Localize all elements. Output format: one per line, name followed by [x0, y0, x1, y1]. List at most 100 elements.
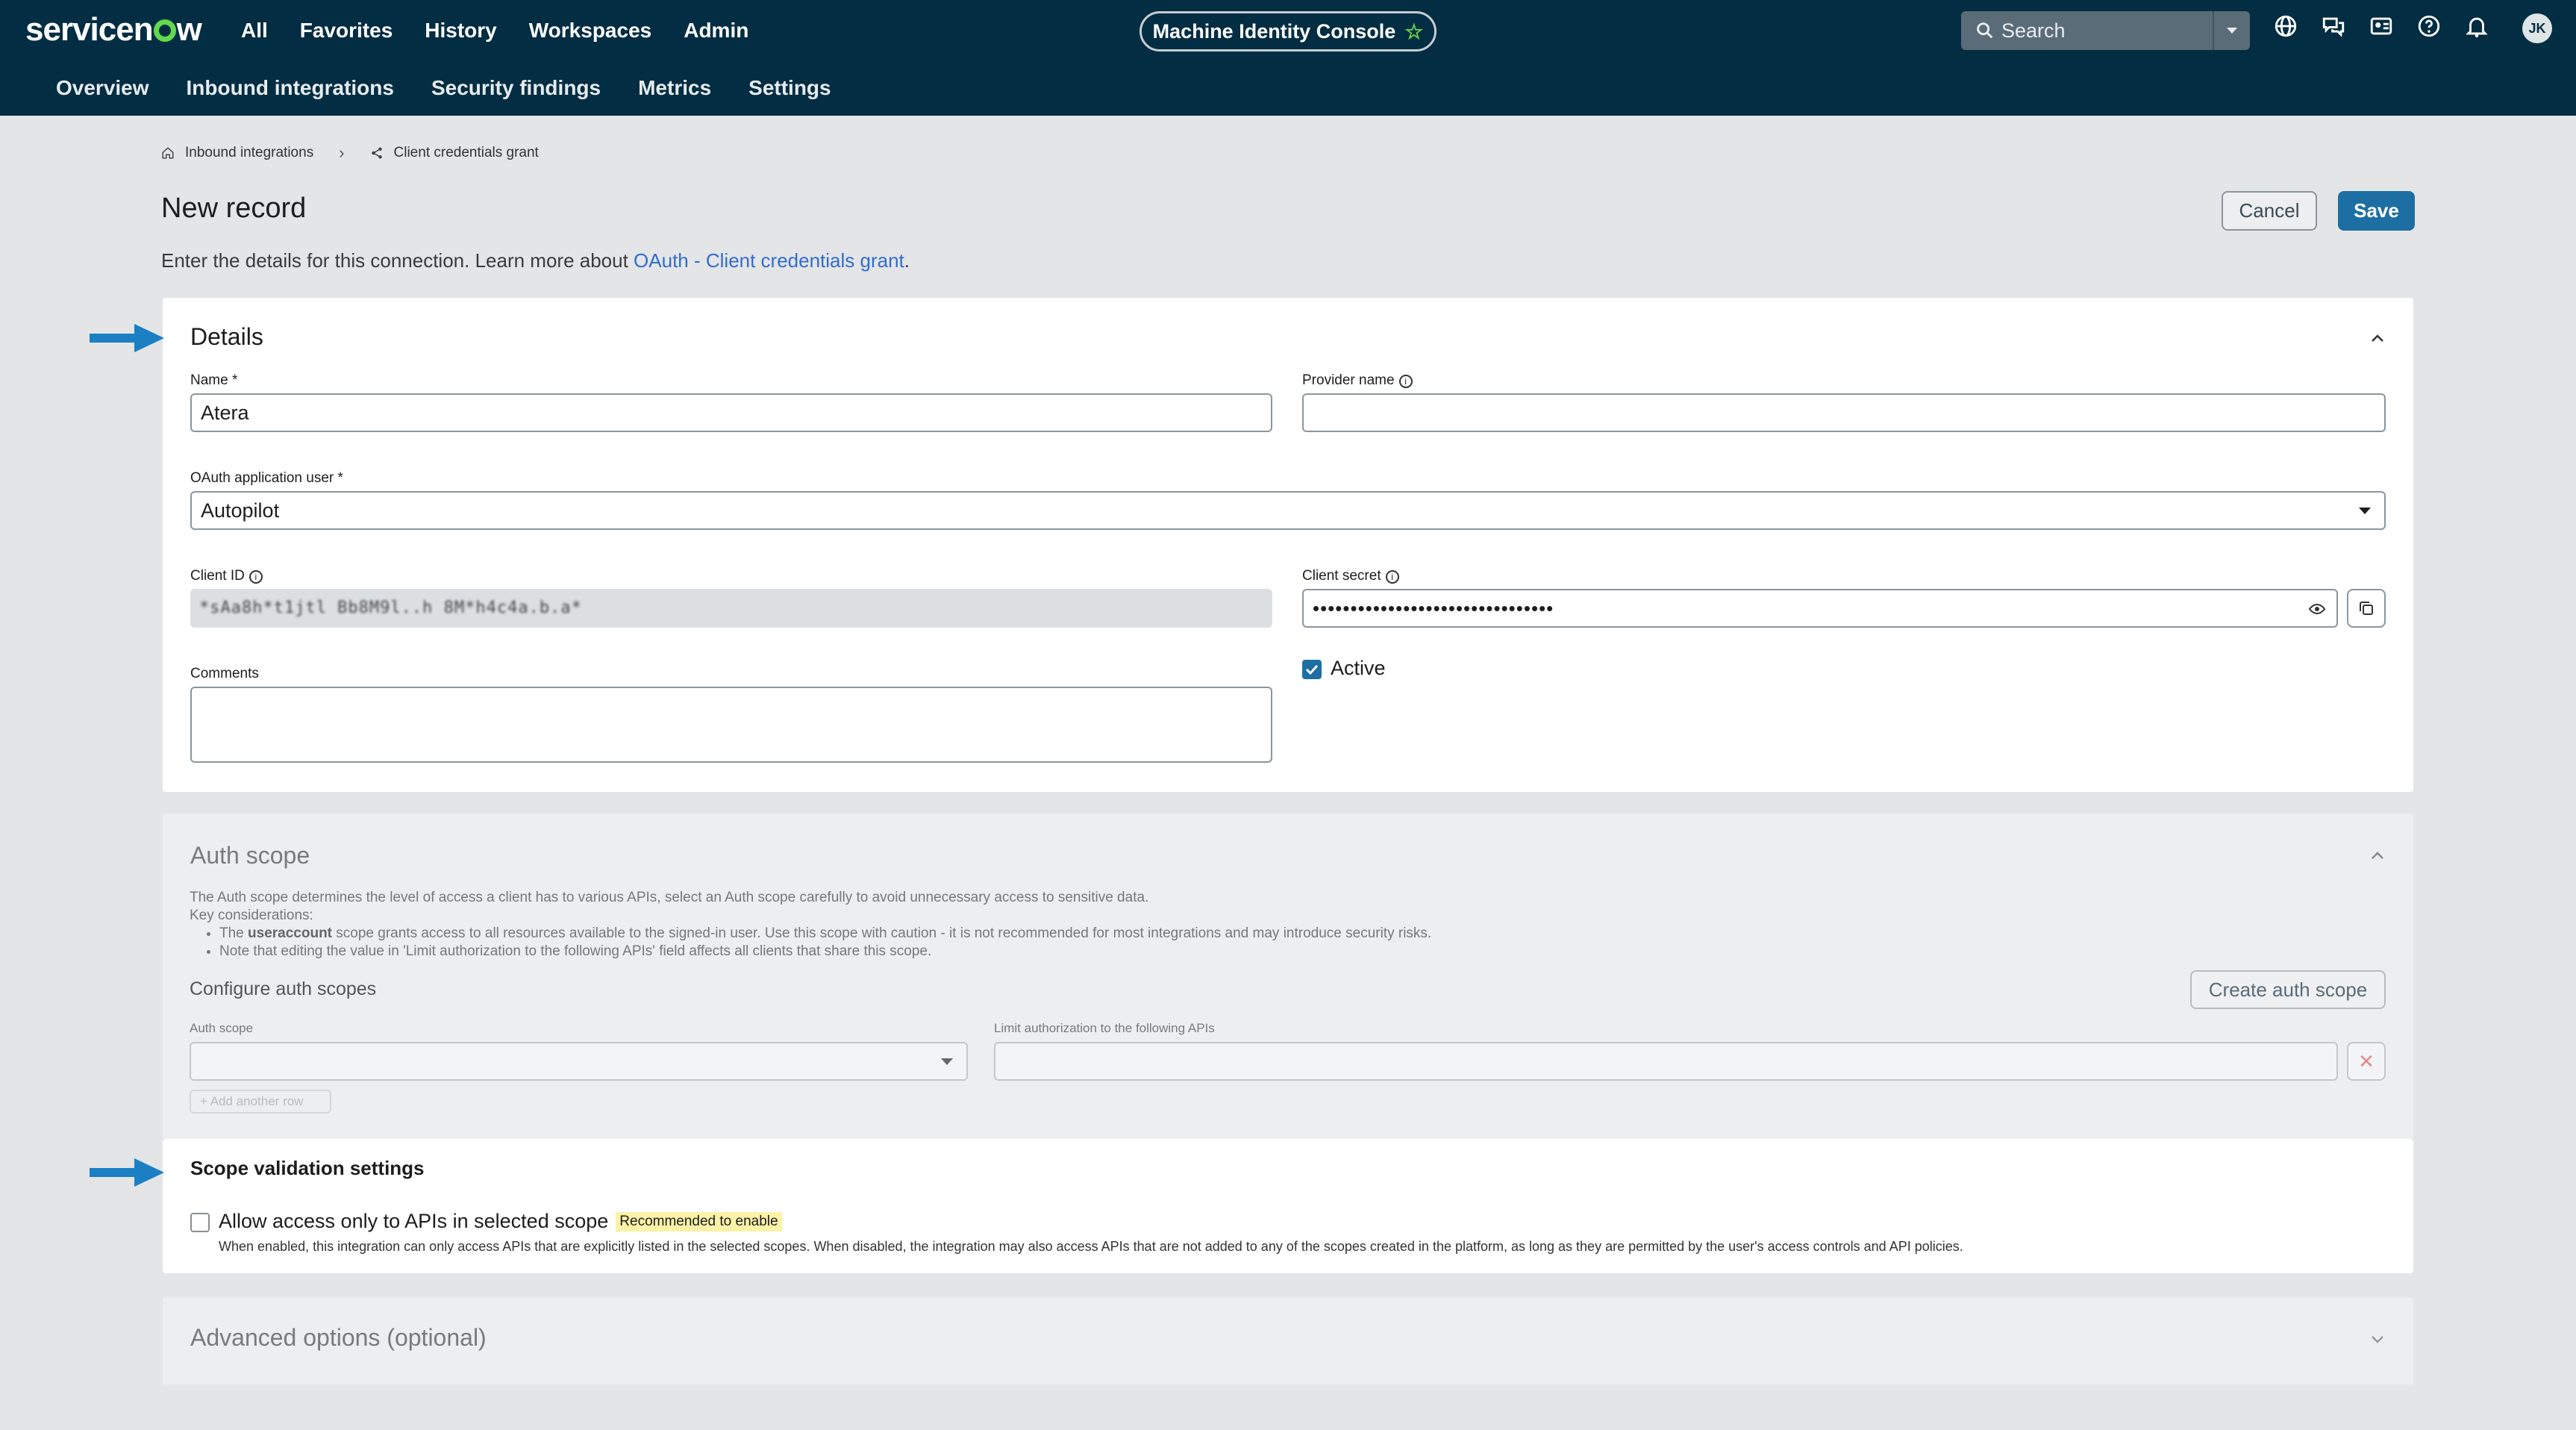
auth-description-text: The Auth scope determines the level of a… — [190, 890, 1149, 905]
auth-scope-label: Auth scope — [190, 1021, 254, 1035]
info-icon[interactable]: i — [1398, 375, 1413, 388]
dropdown-caret-icon — [2359, 508, 2371, 514]
nav-history[interactable]: History — [425, 15, 496, 46]
oauth-user-label-text: OAuth application user — [190, 470, 334, 486]
page-intro: Enter the details for this connection. L… — [161, 249, 910, 272]
copy-secret-button[interactable] — [2347, 589, 2386, 628]
console-title: Machine Identity Console — [1152, 19, 1396, 43]
chevron-down-icon — [2227, 28, 2237, 34]
required-asterisk-icon: * — [231, 372, 238, 388]
chevron-up-icon[interactable] — [2369, 846, 2386, 864]
comments-label: Comments — [190, 666, 259, 681]
breadcrumb-inbound-integrations[interactable]: Inbound integrations — [185, 145, 313, 161]
subnav-settings[interactable]: Settings — [748, 73, 831, 103]
configure-auth-scopes-title: Configure auth scopes — [190, 978, 377, 999]
save-button[interactable]: Save — [2338, 191, 2415, 231]
intro-text: Enter the details for this connection. L… — [161, 249, 634, 272]
home-icon — [162, 147, 174, 159]
contact-card-icon[interactable] — [2369, 13, 2394, 39]
main-nav: All Favorites History Workspaces Admin — [241, 15, 748, 46]
servicenow-logo[interactable]: servicen w — [25, 7, 202, 52]
advanced-options-title: Advanced options (optional) — [190, 1324, 487, 1351]
limit-apis-input[interactable] — [994, 1042, 2338, 1081]
bell-icon[interactable] — [2464, 13, 2489, 39]
oauth-user-label: OAuth application user * — [190, 470, 343, 487]
oauth-user-select[interactable]: Autopilot — [190, 491, 2386, 530]
breadcrumb-client-credentials-grant[interactable]: Client credentials grant — [394, 145, 539, 161]
provider-name-input[interactable] — [1302, 393, 2386, 432]
allow-selected-scope-checkbox[interactable] — [190, 1213, 210, 1232]
star-icon[interactable]: ☆ — [1404, 19, 1423, 44]
key-considerations: Key considerations: — [190, 908, 313, 923]
bullet1-pre: The — [219, 925, 248, 941]
auth-scope-description: The Auth scope determines the level of a… — [190, 889, 1431, 961]
annotation-arrow-icon — [90, 324, 164, 352]
nav-admin[interactable]: Admin — [684, 15, 748, 46]
advanced-options-section[interactable]: Advanced options (optional) — [163, 1297, 2413, 1384]
details-title: Details — [190, 323, 263, 350]
user-avatar[interactable]: JK — [2522, 13, 2552, 43]
client-id-label: Client ID i — [190, 568, 263, 584]
share-icon — [371, 147, 382, 159]
chevron-down-icon[interactable] — [2369, 1330, 2386, 1348]
client-id-value: *sAa8h*t1jtl Bb8M9l..h 8M*h4c4a.b.a* — [199, 599, 582, 617]
top-navigation-bar: servicen w All Favorites History Workspac… — [0, 0, 2576, 116]
name-input[interactable]: Atera — [190, 393, 1272, 432]
chat-icon[interactable] — [2321, 13, 2346, 39]
search-icon — [1977, 22, 1993, 39]
global-search[interactable]: Search — [1961, 11, 2250, 50]
auth-scope-section: Auth scope The Auth scope determines the… — [163, 814, 2413, 1139]
annotation-arrow-icon — [90, 1158, 164, 1187]
comments-textarea[interactable] — [190, 687, 1272, 763]
client-secret-value: •••••••••••••••••••••••••••••••• — [1313, 597, 1554, 619]
details-section: Details Name * Atera Provider name i OAut… — [163, 298, 2413, 792]
provider-label-text: Provider name — [1302, 372, 1395, 388]
page-title: New record — [161, 193, 307, 224]
eye-icon[interactable] — [2308, 600, 2326, 618]
client-secret-label: Client secret i — [1302, 568, 1399, 584]
breadcrumb: Inbound integrations › Client credential… — [161, 143, 539, 163]
oauth-docs-link[interactable]: OAuth - Client credentials grant — [634, 249, 904, 272]
checkmark-icon — [1305, 664, 1319, 675]
active-label: Active — [1331, 657, 1386, 679]
console-title-pill[interactable]: Machine Identity Console ☆ — [1139, 11, 1437, 51]
help-icon[interactable] — [2416, 13, 2442, 39]
subnav-metrics[interactable]: Metrics — [638, 73, 711, 103]
scope-validation-section: Scope validation settings Allow access o… — [163, 1139, 2413, 1273]
nav-all[interactable]: All — [241, 15, 268, 46]
nav-workspaces[interactable]: Workspaces — [529, 15, 651, 46]
cancel-button[interactable]: Cancel — [2222, 191, 2317, 231]
create-auth-scope-button[interactable]: Create auth scope — [2190, 970, 2386, 1009]
remove-row-button[interactable]: ✕ — [2347, 1042, 2386, 1081]
info-icon[interactable]: i — [1385, 570, 1399, 584]
search-placeholder: Search — [2001, 19, 2066, 42]
chevron-up-icon[interactable] — [2369, 329, 2386, 347]
subnav-security-findings[interactable]: Security findings — [431, 73, 601, 103]
client-id-field: *sAa8h*t1jtl Bb8M9l..h 8M*h4c4a.b.a* — [190, 589, 1272, 628]
bullet1-post: scope grants access to all resources ava… — [332, 925, 1432, 941]
client-id-label-text: Client ID — [190, 568, 245, 584]
intro-end: . — [904, 249, 910, 272]
info-icon[interactable]: i — [248, 570, 263, 584]
client-secret-input[interactable]: •••••••••••••••••••••••••••••••• — [1302, 589, 2338, 628]
search-scope-dropdown[interactable] — [2213, 11, 2250, 50]
allow-selected-scope-text: Allow access only to APIs in selected sc… — [219, 1210, 609, 1232]
subnav-overview[interactable]: Overview — [56, 73, 149, 103]
copy-icon — [2360, 602, 2373, 615]
scope-validation-help: When enabled, this integration can only … — [219, 1239, 1963, 1254]
auth-scope-select[interactable] — [190, 1042, 968, 1081]
client-secret-label-text: Client secret — [1302, 568, 1381, 584]
globe-icon[interactable] — [2273, 13, 2298, 39]
add-another-row-button[interactable]: + Add another row — [190, 1090, 331, 1114]
nav-favorites[interactable]: Favorites — [300, 15, 393, 46]
subnav-inbound-integrations[interactable]: Inbound integrations — [187, 73, 394, 103]
header-tools — [2273, 13, 2489, 39]
sub-nav: Overview Inbound integrations Security f… — [56, 73, 831, 103]
name-label: Name * — [190, 372, 237, 389]
required-asterisk-icon: * — [337, 470, 343, 486]
active-checkbox[interactable] — [1302, 660, 1322, 679]
close-icon: ✕ — [2358, 1049, 2375, 1072]
recommended-badge: Recommended to enable — [616, 1212, 782, 1231]
provider-name-label: Provider name i — [1302, 372, 1413, 389]
scope-validation-title: Scope validation settings — [190, 1157, 425, 1179]
